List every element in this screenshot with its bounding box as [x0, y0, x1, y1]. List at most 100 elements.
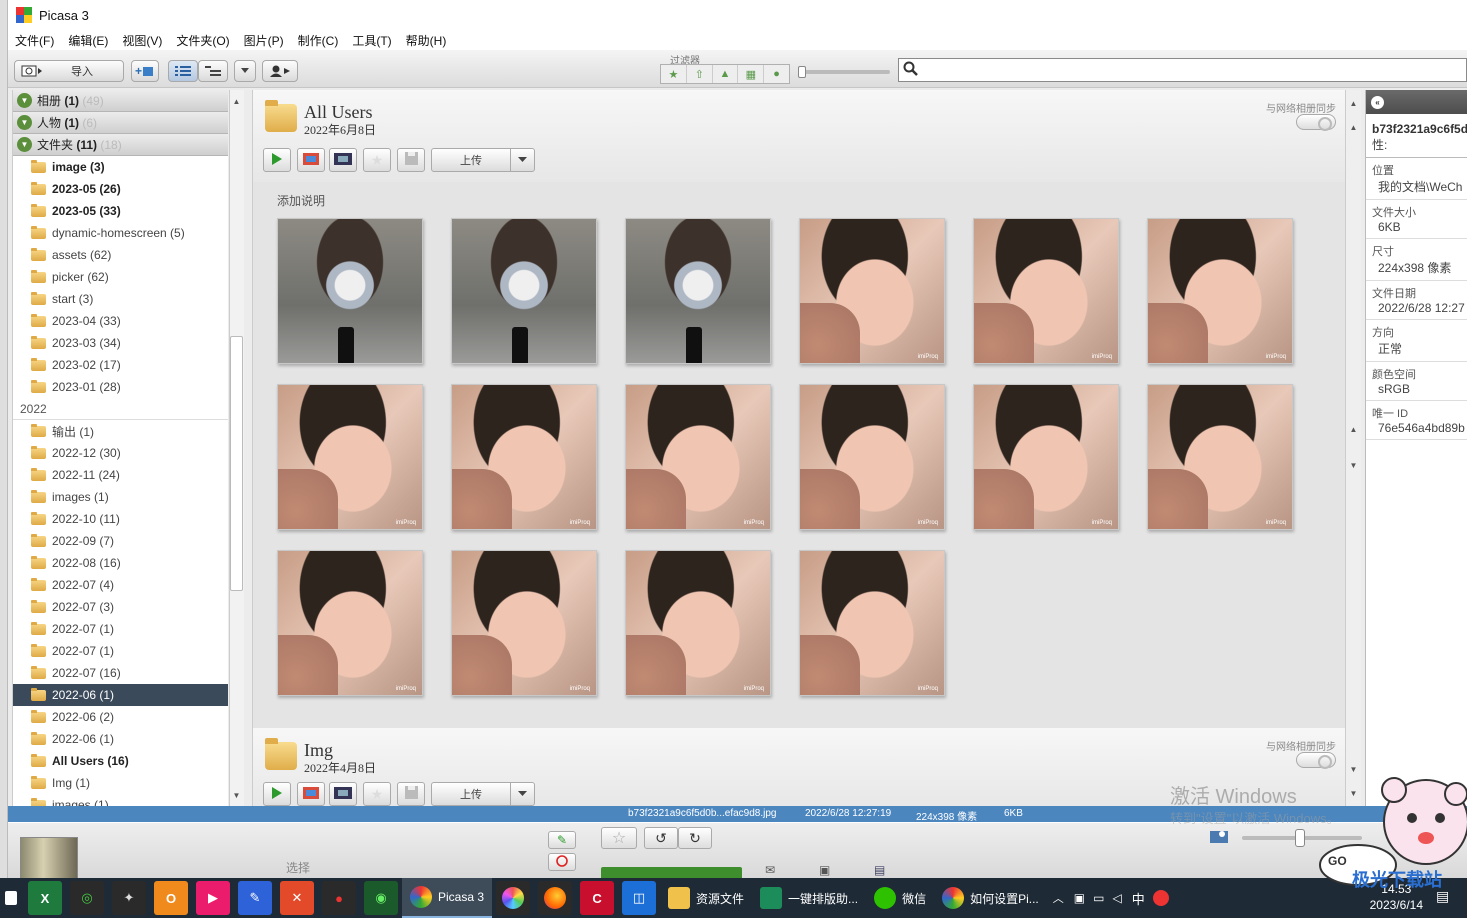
- taskbar-app-wechat[interactable]: 微信: [866, 878, 934, 918]
- star-button[interactable]: ☆: [601, 827, 637, 849]
- star-filter-icon[interactable]: ★: [661, 65, 687, 83]
- tray-app-icon[interactable]: ▣: [1074, 891, 1085, 905]
- sidebar-folder-item[interactable]: picker (62): [13, 266, 228, 288]
- sidebar-folder-item[interactable]: start (3): [13, 288, 228, 310]
- view-dropdown-button[interactable]: [234, 60, 256, 82]
- photo-thumbnail[interactable]: imiProq: [799, 384, 945, 530]
- sidebar-folder-item[interactable]: 2022-11 (24): [13, 464, 228, 486]
- menu-create[interactable]: 制作(C): [298, 32, 339, 49]
- xmind-icon[interactable]: ✕: [280, 881, 314, 915]
- foxmail-icon[interactable]: O: [154, 881, 188, 915]
- ime-indicator[interactable]: 中: [1132, 889, 1145, 908]
- firefox-icon[interactable]: [538, 881, 573, 915]
- photo-thumbnail[interactable]: imiProq: [451, 384, 597, 530]
- sync-toggle[interactable]: [1296, 752, 1336, 769]
- taskbar-app-layout-helper[interactable]: 一键排版助...: [752, 878, 866, 918]
- excel-icon[interactable]: X: [28, 881, 62, 915]
- photo-thumbnail[interactable]: imiProq: [277, 384, 423, 530]
- sidebar-folder-item[interactable]: 2023-05 (26): [13, 178, 228, 200]
- taskbar-app-picasa[interactable]: Picasa 3: [402, 878, 493, 918]
- photo-thumbnail[interactable]: imiProq: [973, 218, 1119, 364]
- menu-folder[interactable]: 文件夹(O): [176, 32, 229, 49]
- photo-thumbnail[interactable]: imiProq: [451, 550, 597, 696]
- sidebar-folder-item[interactable]: 2022-07 (1): [13, 640, 228, 662]
- photo-thumbnail[interactable]: imiProq: [1147, 218, 1293, 364]
- save-album-button[interactable]: [397, 782, 425, 806]
- sidebar-folder-item[interactable]: Img (1): [13, 772, 228, 794]
- sidebar-folder-item[interactable]: image (3): [13, 156, 228, 178]
- start-button[interactable]: [2, 881, 20, 915]
- save-album-button[interactable]: [397, 148, 425, 172]
- sidebar-folder-item[interactable]: 2023-02 (17): [13, 354, 228, 376]
- star-album-button[interactable]: ★: [363, 782, 391, 806]
- movie-button[interactable]: [329, 782, 357, 806]
- menu-help[interactable]: 帮助(H): [406, 32, 447, 49]
- filter-slider[interactable]: [800, 70, 890, 74]
- sidebar-folder-item[interactable]: assets (62): [13, 244, 228, 266]
- sidebar-folder-item[interactable]: 2022-07 (3): [13, 596, 228, 618]
- album-title[interactable]: All Users: [304, 102, 373, 123]
- network-icon[interactable]: ▭: [1093, 891, 1104, 905]
- sidebar-scroll-thumb[interactable]: [230, 336, 243, 591]
- photo-thumbnail[interactable]: [451, 218, 597, 364]
- scroll-down-icon[interactable]: ▼: [230, 788, 243, 802]
- collage-button[interactable]: [297, 782, 325, 806]
- import-button[interactable]: 导入: [14, 60, 124, 82]
- volume-icon[interactable]: ◁: [1112, 891, 1121, 905]
- rotate-left-button[interactable]: ↺: [644, 827, 678, 849]
- section-people[interactable]: ▼ 人物 (1) (6): [13, 112, 228, 134]
- scroll-up-icon[interactable]: ▲: [1347, 96, 1360, 110]
- sidebar-folder-item[interactable]: 2022-06 (2): [13, 706, 228, 728]
- slideshow-button[interactable]: [263, 782, 291, 806]
- movie-button[interactable]: [329, 148, 357, 172]
- collapse-icon[interactable]: ▼: [17, 137, 32, 152]
- scroll-up-icon[interactable]: ▲: [230, 94, 243, 108]
- geotag-filter-icon[interactable]: ●: [764, 65, 789, 83]
- menu-picture[interactable]: 图片(P): [244, 32, 284, 49]
- chevron-down-icon[interactable]: [510, 783, 534, 805]
- filter-slider-knob[interactable]: [798, 66, 806, 78]
- collage-button[interactable]: [297, 148, 325, 172]
- sidebar-folder-item[interactable]: All Users (16): [13, 750, 228, 772]
- video-filter-icon[interactable]: ▦: [738, 65, 765, 83]
- ccleaner-icon[interactable]: C: [580, 881, 615, 915]
- nvidia-icon[interactable]: ◉: [364, 881, 398, 915]
- sogou-ime-icon[interactable]: [1152, 890, 1169, 906]
- sidebar-folder-item[interactable]: 输出 (1): [13, 420, 228, 442]
- photo-thumbnail[interactable]: imiProq: [799, 550, 945, 696]
- sidebar-folder-item[interactable]: dynamic-homescreen (5): [13, 222, 228, 244]
- view-grid-button[interactable]: [168, 60, 198, 82]
- sidebar-folder-item[interactable]: 2023-05 (33): [13, 200, 228, 222]
- album-caption[interactable]: 添加说明: [277, 192, 325, 209]
- tray-thumbnail[interactable]: [20, 837, 78, 879]
- hold-button[interactable]: ✎: [548, 831, 576, 849]
- people-button[interactable]: [262, 60, 298, 82]
- photo-thumbnail[interactable]: imiProq: [277, 550, 423, 696]
- section-albums[interactable]: ▼ 相册 (1) (49): [13, 90, 228, 112]
- menu-view[interactable]: 视图(V): [122, 32, 162, 49]
- search-box[interactable]: [898, 58, 1467, 82]
- photo-thumbnail[interactable]: [625, 218, 771, 364]
- sidebar-folder-item[interactable]: 2022-10 (11): [13, 508, 228, 530]
- slideshow-button[interactable]: [263, 148, 291, 172]
- media-player-icon[interactable]: ●: [322, 881, 356, 915]
- sidebar-folder-item[interactable]: 2022-06 (1): [13, 684, 228, 706]
- upload-button[interactable]: 上传: [431, 782, 535, 806]
- color-wheel-icon[interactable]: [496, 881, 531, 915]
- email-icon[interactable]: ✉: [765, 863, 775, 877]
- library-scrollbar[interactable]: ▲ ▲ ▲ ▼ ▼ ▼: [1345, 90, 1361, 806]
- sidebar-folder-item[interactable]: images (1): [13, 486, 228, 508]
- sidebar-folder-item[interactable]: 2022-07 (16): [13, 662, 228, 684]
- taskbar-app-explorer[interactable]: 资源文件: [660, 878, 752, 918]
- sync-toggle[interactable]: [1296, 114, 1336, 131]
- clear-button[interactable]: [548, 853, 576, 871]
- scroll-up-icon[interactable]: ▲: [1347, 422, 1360, 436]
- sidebar-folder-item[interactable]: 2023-04 (33): [13, 310, 228, 332]
- thumbnail-size-knob[interactable]: [1295, 829, 1305, 847]
- sidebar-folder-item[interactable]: 2022-09 (7): [13, 530, 228, 552]
- tray-expand-icon[interactable]: ︿: [1053, 890, 1064, 906]
- star-album-button[interactable]: ★: [363, 148, 391, 172]
- sidebar-folder-item[interactable]: 2022-06 (1): [13, 728, 228, 750]
- photo-thumbnail[interactable]: imiProq: [625, 550, 771, 696]
- photo-thumbnail[interactable]: imiProq: [799, 218, 945, 364]
